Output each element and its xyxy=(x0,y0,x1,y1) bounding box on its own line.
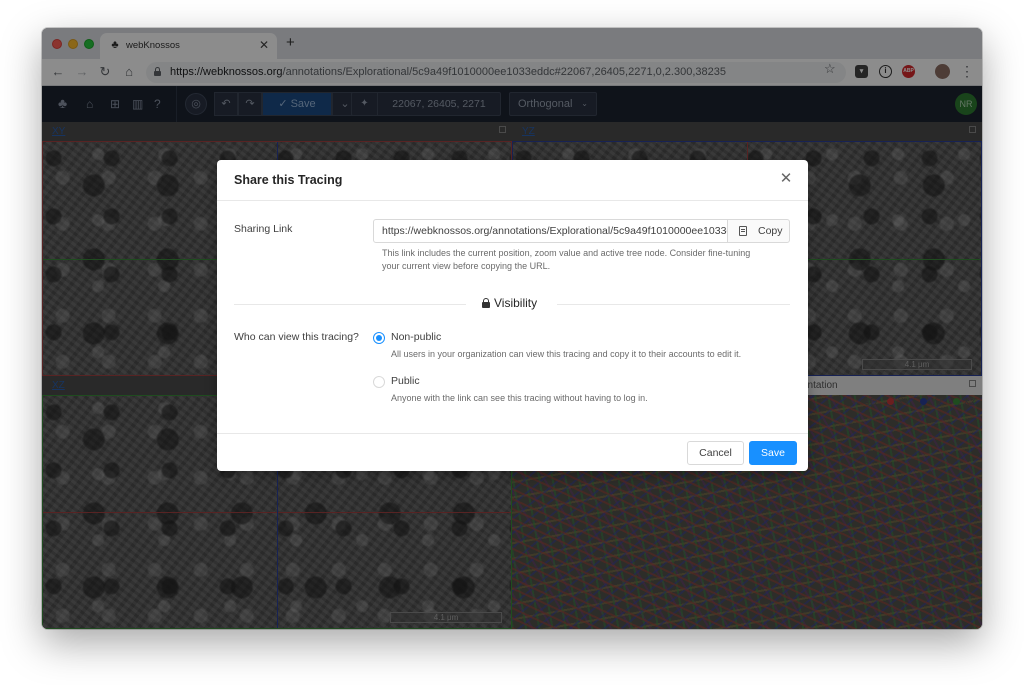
browser-window: ♣ webKnossos ✕ + ← → ↻ ⌂ https://webknos… xyxy=(42,28,982,629)
modal-footer-divider xyxy=(217,433,808,434)
sharing-link-label: Sharing Link xyxy=(234,223,293,235)
divider-left xyxy=(234,304,466,305)
modal-title: Share this Tracing xyxy=(234,173,343,187)
radio-public-label[interactable]: Public xyxy=(391,375,420,387)
sharing-link-input[interactable]: https://webknossos.org/annotations/Explo… xyxy=(373,219,728,243)
lock-icon xyxy=(482,298,490,308)
modal-header: Share this Tracing ✕ xyxy=(217,160,808,201)
sharing-help-text-line2: your current view before copying the URL… xyxy=(382,261,551,271)
copy-button[interactable]: Copy xyxy=(727,219,790,243)
radio-public[interactable] xyxy=(373,376,385,388)
sharing-help-text-line1: This link includes the current position,… xyxy=(382,248,751,258)
close-icon[interactable]: ✕ xyxy=(778,171,794,187)
visibility-divider-title: Visibility xyxy=(482,296,537,310)
radio-non-public[interactable] xyxy=(373,332,385,344)
divider-right xyxy=(557,304,790,305)
copy-icon xyxy=(739,226,747,236)
radio-non-public-description: All users in your organization can view … xyxy=(391,349,742,359)
radio-public-description: Anyone with the link can see this tracin… xyxy=(391,393,648,403)
radio-non-public-label[interactable]: Non-public xyxy=(391,331,441,343)
who-can-view-label: Who can view this tracing? xyxy=(234,331,359,343)
save-button[interactable]: Save xyxy=(749,441,797,465)
copy-label: Copy xyxy=(758,225,783,237)
share-modal: Share this Tracing ✕ Sharing Link https:… xyxy=(217,160,808,471)
cancel-button[interactable]: Cancel xyxy=(687,441,744,465)
